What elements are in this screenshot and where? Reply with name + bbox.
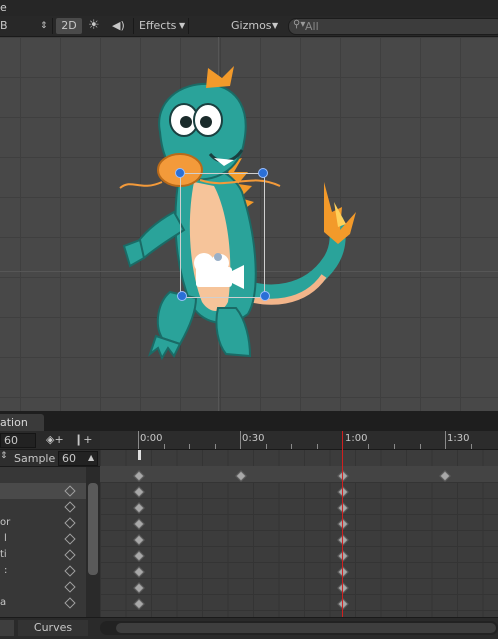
audio-toggle-icon[interactable]: ◀)	[112, 16, 125, 36]
dopesheet-row	[100, 546, 498, 563]
playhead[interactable]	[342, 431, 343, 617]
effects-dropdown[interactable]: Effects	[139, 16, 176, 36]
keyframe-toggle-icon[interactable]	[64, 501, 76, 513]
property-row[interactable]: or	[0, 515, 86, 531]
search-placeholder: All	[305, 20, 319, 33]
ruler-minor-tick	[215, 444, 216, 449]
keyframe-toggle-icon[interactable]	[64, 549, 76, 561]
dopesheet-row	[100, 498, 498, 515]
chevron-down-icon: ▼	[272, 21, 279, 30]
add-keyframe-icon[interactable]: ◈+	[46, 433, 64, 446]
scroll-up-icon[interactable]: ▲	[88, 453, 94, 462]
lighting-toggle-icon[interactable]: ☀	[88, 16, 100, 36]
ruler-minor-tick	[471, 444, 472, 449]
ruler-minor-tick	[266, 444, 267, 449]
clip-start-marker[interactable]	[138, 450, 141, 460]
property-label: ti	[0, 549, 7, 560]
dopesheet-row	[100, 578, 498, 595]
rect-handle-bottom-left[interactable]	[177, 291, 187, 301]
sample-rate-value: 60	[62, 452, 76, 465]
dopesheet-row	[100, 562, 498, 579]
dopesheet-row	[100, 466, 498, 483]
ruler-major-tick	[445, 431, 446, 449]
tab-animation[interactable]: ation	[0, 414, 44, 431]
scrollbar-thumb[interactable]	[88, 483, 98, 575]
frame-number-field[interactable]: 60	[0, 433, 36, 448]
search-icon: ⚲▾	[293, 19, 306, 30]
dopesheet[interactable]	[100, 450, 498, 617]
timeline-ruler[interactable]: 0:00 0:30 1:00 1:30	[100, 431, 498, 450]
ruler-minor-tick	[420, 444, 421, 449]
animation-toolbar: 60 ◈+ ❙+	[0, 431, 100, 450]
sample-rate-row: ⇕ Sample 60 ▲	[0, 450, 100, 467]
ruler-minor-tick	[164, 444, 165, 449]
dopesheet-row	[100, 530, 498, 547]
dopesheet-row	[100, 594, 498, 611]
keyframe-toggle-icon[interactable]	[64, 597, 76, 609]
property-label: l	[4, 533, 7, 544]
keyframe-toggle-icon[interactable]	[64, 485, 76, 497]
animation-tabbar: ation	[0, 411, 498, 431]
property-list: or l ti : a	[0, 467, 86, 617]
camera-gizmo-icon[interactable]	[190, 251, 248, 291]
property-label: :	[4, 565, 8, 576]
timeline-horizontal-scrollbar[interactable]	[100, 621, 498, 635]
keyframe-toggle-icon[interactable]	[64, 533, 76, 545]
property-row[interactable]	[0, 483, 86, 499]
tab-curves[interactable]: Curves	[18, 620, 88, 636]
property-row[interactable]: l	[0, 531, 86, 547]
property-label: a	[0, 597, 7, 608]
property-row[interactable]	[0, 499, 86, 515]
ruler-minor-tick	[317, 444, 318, 449]
chevron-updown-icon: ⇕	[40, 21, 48, 31]
ruler-label: 1:00	[345, 433, 368, 444]
ruler-label: 1:30	[447, 433, 470, 444]
rect-handle-top-left[interactable]	[175, 168, 185, 178]
chevron-updown-icon: ⇕	[0, 451, 8, 461]
keyframe-toggle-icon[interactable]	[64, 565, 76, 577]
gizmos-dropdown[interactable]: Gizmos	[231, 16, 272, 36]
scene-search-input[interactable]: ⚲▾ All	[288, 18, 498, 35]
sample-label: Sample	[14, 452, 56, 465]
keyframe-toggle-icon[interactable]	[64, 581, 76, 593]
frame-number-value: 60	[4, 434, 18, 447]
property-list-scrollbar[interactable]	[86, 467, 100, 617]
toggle-2d-button[interactable]: 2D	[56, 18, 82, 34]
window-title-strip: e	[0, 0, 498, 16]
add-event-icon[interactable]: ❙+	[74, 433, 92, 446]
tab-animation-label: ation	[0, 416, 28, 429]
property-row[interactable]: ti	[0, 547, 86, 563]
rect-handle-bottom-right[interactable]	[260, 291, 270, 301]
ruler-minor-tick	[189, 444, 190, 449]
property-row[interactable]: a	[0, 595, 86, 611]
shading-mode-dropdown[interactable]: B	[0, 16, 8, 36]
ruler-minor-tick	[368, 444, 369, 449]
tab-dopesheet[interactable]	[0, 620, 14, 636]
scene-toolbar: B ⇕ 2D ☀ ◀) Effects ▼ Gizmos ▼ ⚲▾ All	[0, 16, 498, 37]
chevron-down-icon: ▼	[179, 21, 186, 30]
window-title: e	[0, 1, 7, 14]
keyframe-toggle-icon[interactable]	[64, 517, 76, 529]
property-row[interactable]: :	[0, 563, 86, 579]
dopesheet-row	[100, 482, 498, 499]
ruler-minor-tick	[291, 444, 292, 449]
animation-bottom-bar: Curves	[0, 617, 498, 639]
scene-viewport[interactable]	[0, 37, 498, 411]
property-row[interactable]	[0, 579, 86, 595]
rect-handle-top-right[interactable]	[258, 168, 268, 178]
ruler-major-tick	[138, 431, 139, 449]
scrollbar-thumb[interactable]	[116, 623, 496, 633]
ruler-label: 0:30	[242, 433, 265, 444]
ruler-major-tick	[240, 431, 241, 449]
ruler-label: 0:00	[140, 433, 163, 444]
property-label: or	[0, 517, 11, 528]
dopesheet-row	[100, 514, 498, 531]
ruler-minor-tick	[394, 444, 395, 449]
